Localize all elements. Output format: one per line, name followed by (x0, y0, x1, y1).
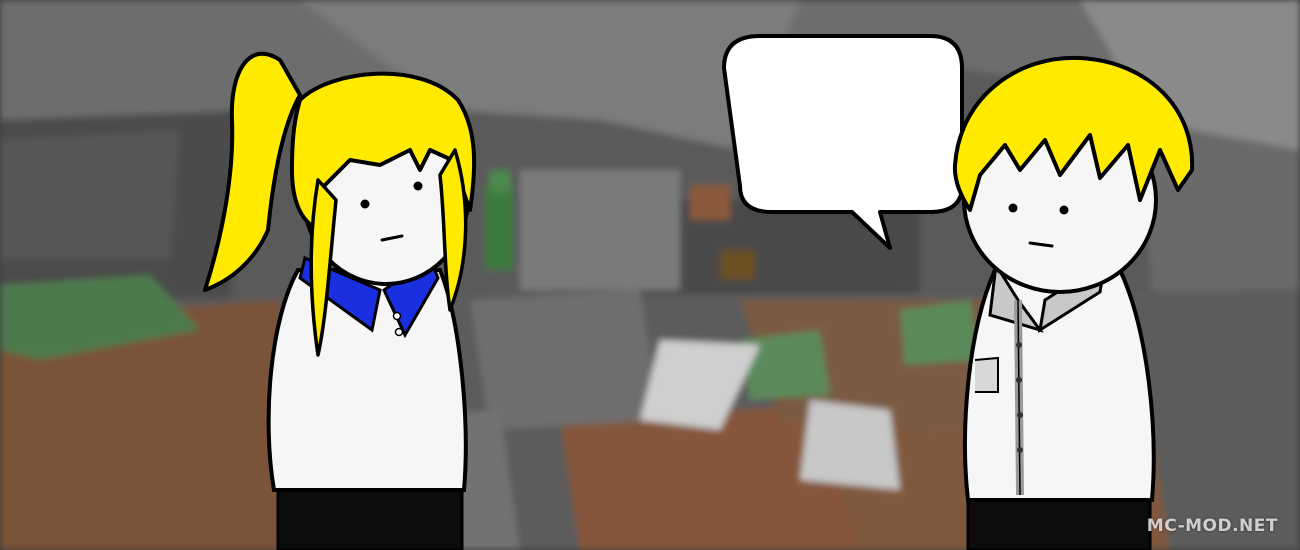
boy-button (1016, 377, 1022, 383)
girl-eye-right (413, 181, 423, 191)
girl-button (392, 311, 402, 321)
girl-eye-left (360, 199, 370, 209)
boy-pocket (974, 356, 999, 393)
scene-canvas (0, 0, 1300, 550)
boy-eye-right (1059, 205, 1069, 215)
boy-button (1017, 447, 1023, 453)
boy-eye-left (1008, 203, 1018, 213)
boy-button (1017, 412, 1023, 418)
watermark: MC-MOD.NET (1146, 516, 1278, 536)
comic-scene: MC-MOD.NET (0, 0, 1300, 550)
girl-button (394, 327, 404, 337)
boy-button (1016, 342, 1022, 348)
